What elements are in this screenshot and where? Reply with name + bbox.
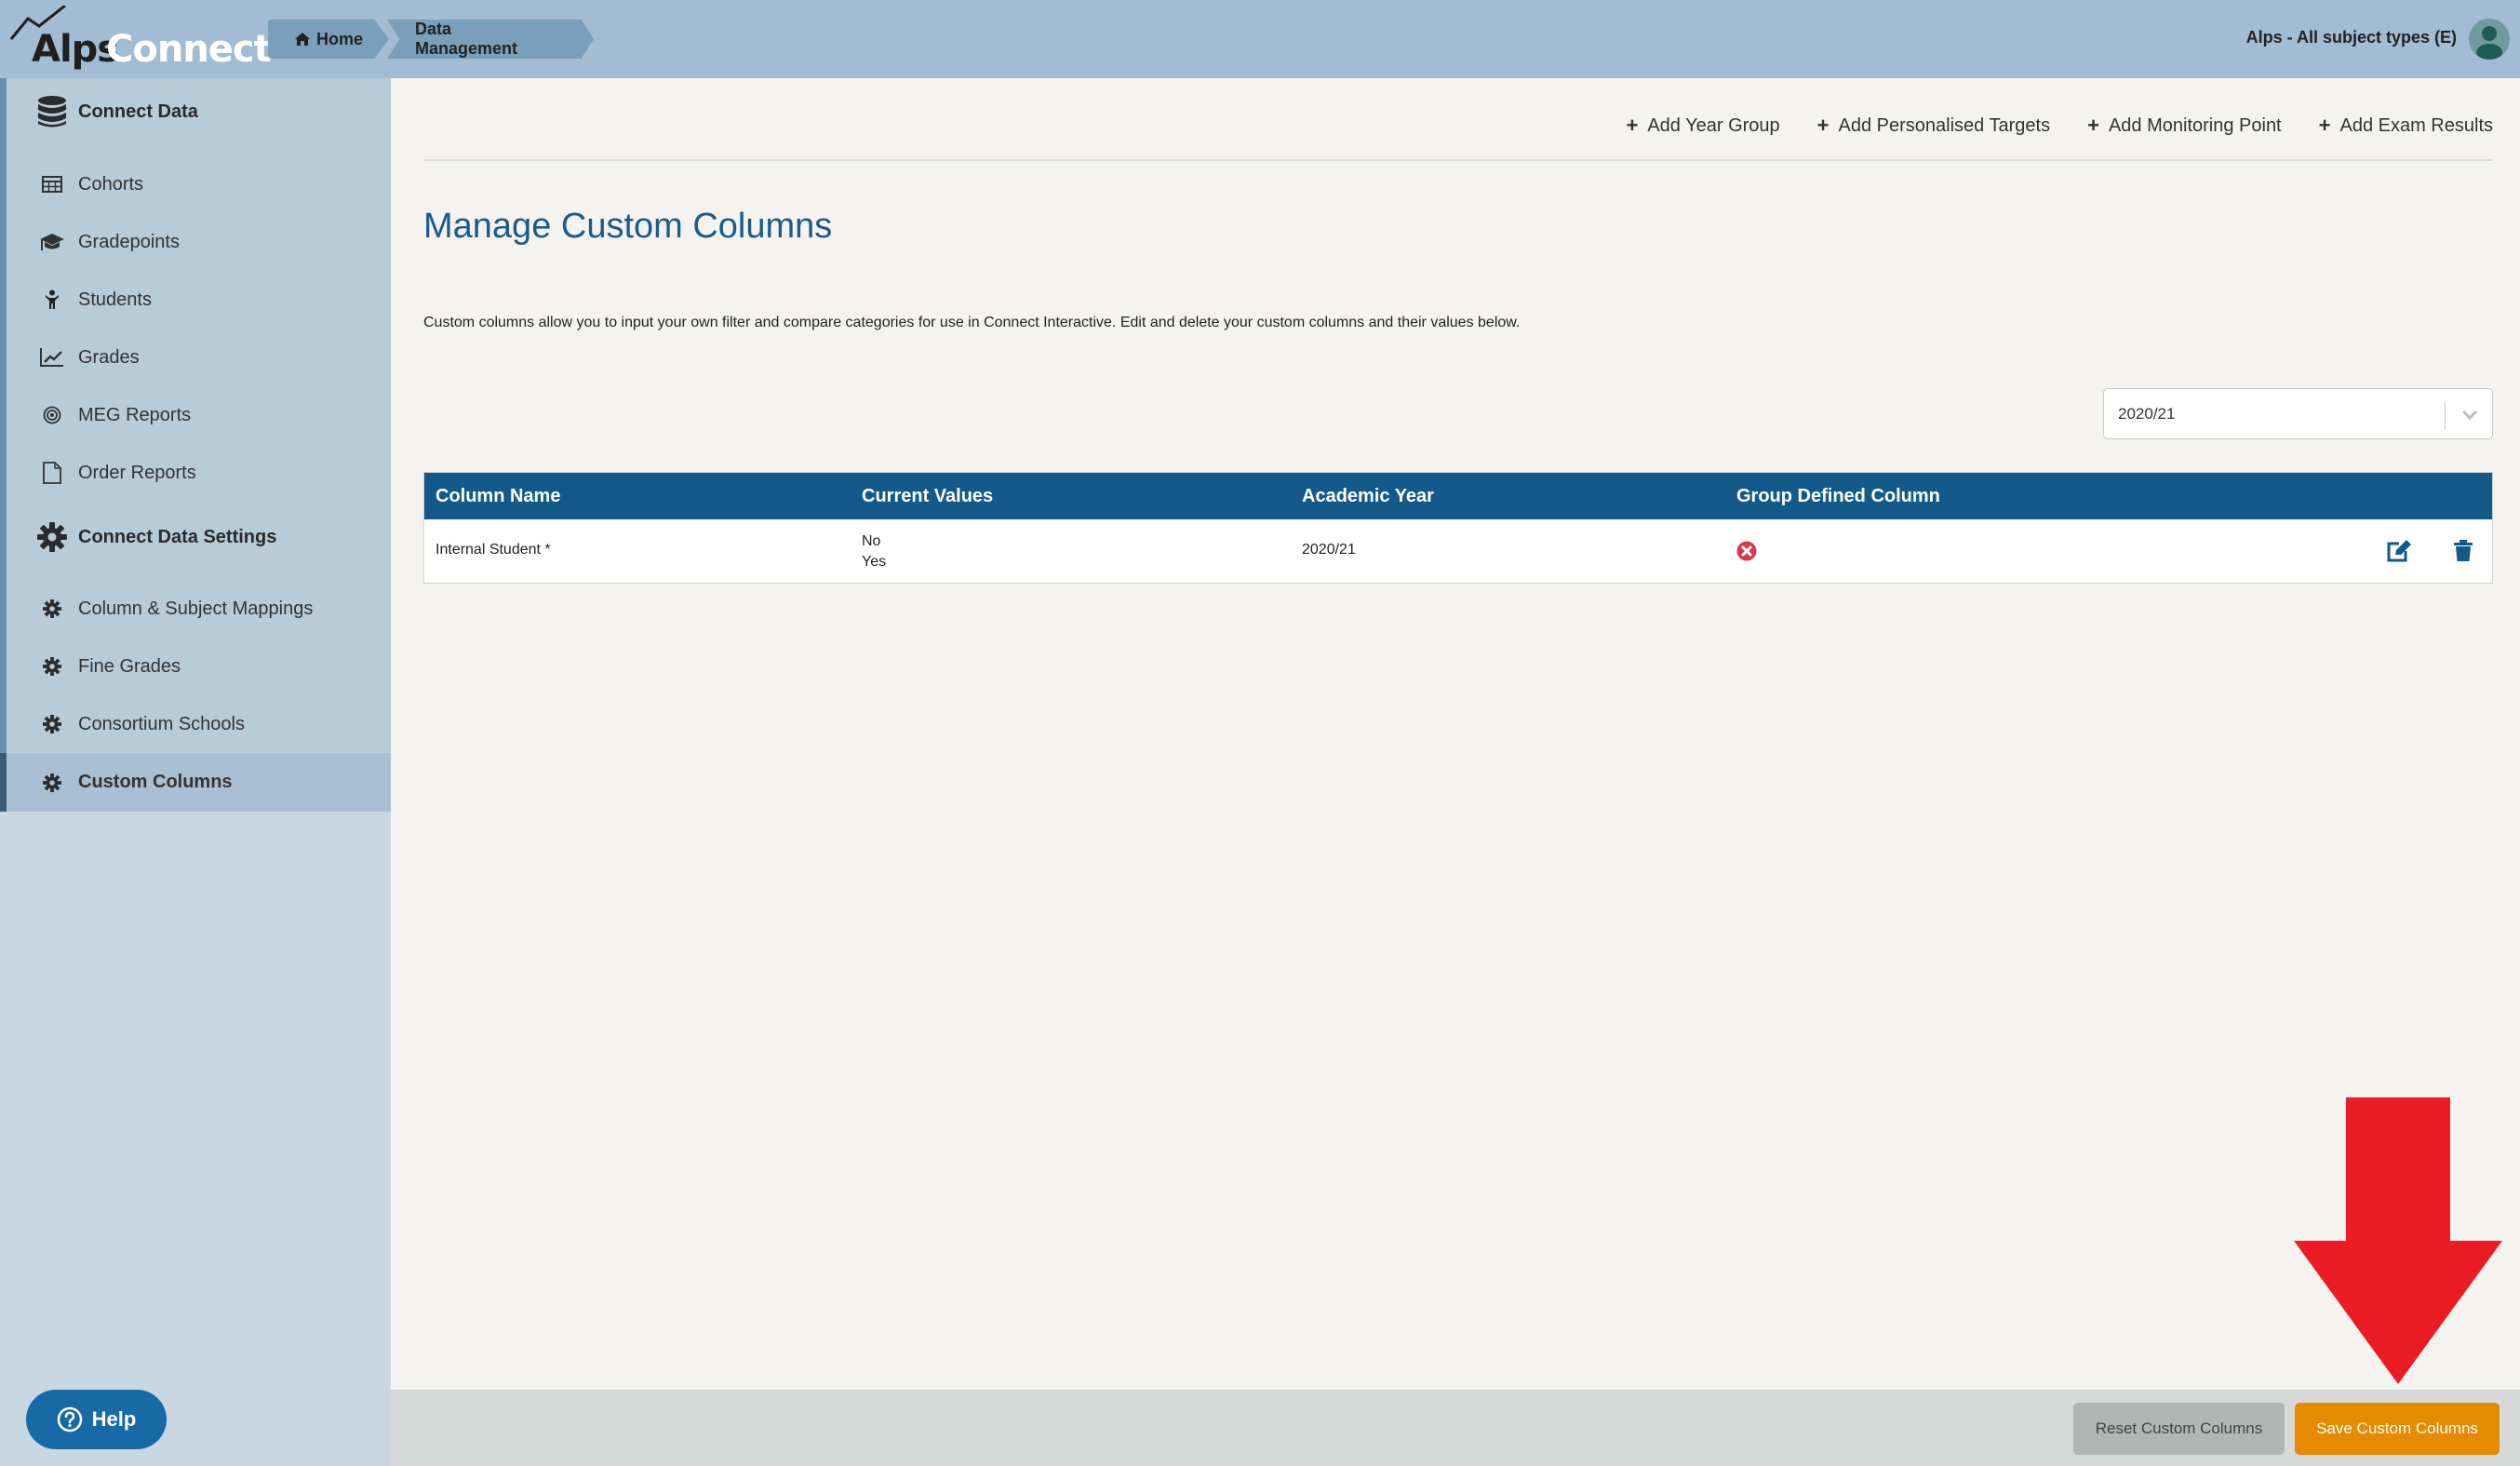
gear-icon	[36, 715, 68, 733]
sidebar-section-connect-data[interactable]: Connect Data	[7, 88, 391, 135]
help-label: Help	[91, 1407, 137, 1431]
page-title: Manage Custom Columns	[423, 207, 833, 246]
sidebar-item-column-subject-mappings[interactable]: Column & Subject Mappings	[7, 580, 391, 638]
file-icon	[36, 462, 68, 484]
sidebar-item-gradepoints[interactable]: Gradepoints	[7, 213, 391, 271]
sidebar-item-label: Grades	[78, 346, 140, 368]
reset-custom-columns-button[interactable]: Reset Custom Columns	[2073, 1403, 2285, 1455]
add-exam-results-link[interactable]: + Add Exam Results	[2319, 114, 2493, 138]
breadcrumb-data-management[interactable]: Data Management	[387, 20, 594, 59]
sidebar-item-meg-reports[interactable]: MEG Reports	[7, 386, 391, 444]
column-header-group-defined[interactable]: Group Defined Column	[1736, 486, 1940, 507]
alps-connect-logo[interactable]: Alps Connect	[7, 6, 272, 73]
gear-icon	[36, 522, 68, 552]
sidebar-section-label: Connect Data Settings	[78, 526, 277, 547]
logo-secondary-text: Connect	[106, 28, 272, 71]
sidebar-item-label: MEG Reports	[78, 404, 192, 425]
sidebar-item-label: Students	[78, 289, 152, 310]
gear-icon	[36, 773, 68, 792]
page-description: Custom columns allow you to input your o…	[423, 315, 1521, 330]
value-item: No	[862, 533, 881, 549]
sidebar-item-students[interactable]: Students	[7, 271, 391, 329]
sidebar-item-label: Column & Subject Mappings	[78, 598, 314, 619]
delete-trash-icon[interactable]	[2454, 540, 2473, 567]
breadcrumb-home[interactable]: Home	[268, 20, 389, 59]
select-separator	[2445, 401, 2446, 430]
save-custom-columns-button[interactable]: Save Custom Columns	[2295, 1403, 2500, 1455]
graduation-cap-icon	[36, 233, 68, 251]
question-circle-icon	[57, 1406, 82, 1432]
sidebar-item-label: Gradepoints	[78, 231, 180, 252]
gear-icon	[36, 599, 68, 618]
column-header-column-name[interactable]: Column Name	[436, 486, 560, 507]
sidebar-item-cohorts[interactable]: Cohorts	[7, 155, 391, 213]
sidebar-item-consortium-schools[interactable]: Consortium Schools	[7, 695, 391, 753]
quick-actions: + Add Year Group + Add Personalised Targ…	[1626, 114, 2493, 138]
top-bar: Alps Connect Home Data Management Alps -…	[0, 0, 2520, 78]
target-icon	[36, 406, 68, 424]
action-label: Add Personalised Targets	[1838, 114, 2051, 136]
action-label: Add Year Group	[1647, 114, 1780, 136]
cell-current-values: No Yes	[862, 531, 886, 572]
annotation-arrow-icon	[2294, 1097, 2502, 1384]
sidebar-item-label: Consortium Schools	[78, 713, 245, 734]
table-icon	[36, 176, 68, 193]
user-avatar-icon[interactable]	[2469, 19, 2510, 60]
edit-icon[interactable]	[2386, 540, 2412, 567]
chevron-down-icon[interactable]	[2460, 405, 2480, 424]
sidebar-item-custom-columns[interactable]: Custom Columns	[0, 753, 391, 812]
academic-year-select-value: 2020/21	[2118, 405, 2176, 423]
not-group-defined-icon	[1736, 541, 1757, 566]
add-personalised-targets-link[interactable]: + Add Personalised Targets	[1817, 114, 2050, 138]
line-chart-icon	[36, 348, 68, 367]
sidebar-section-label: Connect Data	[78, 101, 198, 122]
divider	[423, 159, 2493, 161]
table-row: Internal Student * No Yes 2020/21	[424, 519, 2492, 583]
plus-icon: +	[1816, 114, 1830, 137]
sidebar-item-order-reports[interactable]: Order Reports	[7, 444, 391, 502]
action-label: Add Exam Results	[2339, 114, 2493, 136]
sidebar: Connect Data Cohorts Gradepoints Student…	[0, 78, 391, 1466]
sidebar-section-connect-data-settings[interactable]: Connect Data Settings	[7, 514, 391, 560]
breadcrumb-home-label: Home	[316, 29, 364, 48]
home-icon	[295, 33, 310, 46]
add-monitoring-point-link[interactable]: + Add Monitoring Point	[2087, 114, 2282, 138]
cell-academic-year: 2020/21	[1302, 542, 1356, 558]
child-icon	[36, 289, 68, 310]
sidebar-item-grades[interactable]: Grades	[7, 329, 391, 386]
breadcrumb-data-management-label: Data Management	[415, 20, 518, 58]
sidebar-item-label: Custom Columns	[78, 772, 233, 792]
add-year-group-link[interactable]: + Add Year Group	[1626, 114, 1779, 138]
cell-column-name: Internal Student *	[436, 542, 551, 558]
sidebar-item-fine-grades[interactable]: Fine Grades	[7, 638, 391, 695]
column-header-academic-year[interactable]: Academic Year	[1302, 486, 1434, 507]
help-button[interactable]: Help	[26, 1390, 167, 1449]
custom-columns-table: Column Name Current Values Academic Year…	[423, 472, 2493, 584]
column-header-current-values[interactable]: Current Values	[862, 486, 993, 507]
action-label: Add Monitoring Point	[2108, 114, 2282, 136]
gear-icon	[36, 657, 68, 676]
database-icon	[36, 95, 68, 128]
plus-icon: +	[2087, 114, 2099, 137]
breadcrumb: Home Data Management	[268, 20, 594, 59]
plus-icon: +	[1626, 114, 1639, 137]
table-header: Column Name Current Values Academic Year…	[424, 473, 2492, 519]
footer-bar: Reset Custom Columns Save Custom Columns	[391, 1390, 2520, 1466]
academic-year-select[interactable]: 2020/21	[2103, 388, 2493, 439]
plus-icon: +	[2318, 114, 2331, 137]
user-school-label[interactable]: Alps - All subject types (E)	[2246, 28, 2457, 47]
sidebar-item-label: Fine Grades	[78, 655, 181, 677]
sidebar-item-label: Order Reports	[78, 462, 196, 483]
value-item: Yes	[862, 554, 887, 570]
sidebar-item-label: Cohorts	[78, 173, 144, 195]
